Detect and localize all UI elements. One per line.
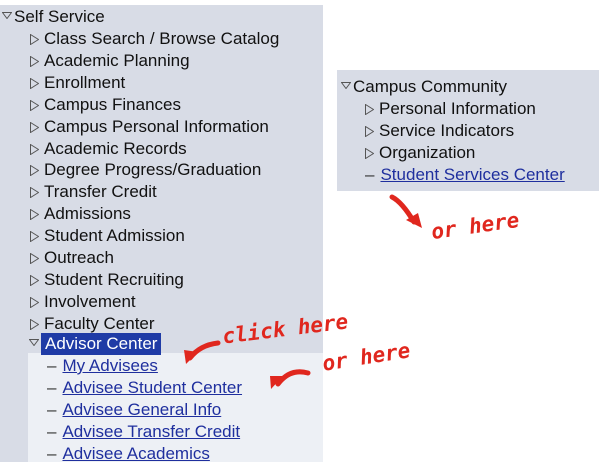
- menu-folder-item[interactable]: Student Recruiting: [30, 269, 184, 291]
- collapsed-triangle-icon: [30, 77, 39, 89]
- menu-folder-label: Faculty Center: [44, 313, 155, 333]
- menu-folder-label: Service Indicators: [379, 121, 515, 140]
- self-service-folder[interactable]: Self Service: [2, 6, 105, 28]
- or-here-annotation-1: or here: [429, 207, 521, 245]
- advisor-submenu-link[interactable]: Advisee Transfer Credit: [62, 422, 240, 441]
- menu-folder-label: Enrollment: [44, 72, 126, 92]
- menu-folder-label: Campus Personal Information: [44, 116, 269, 136]
- menu-folder-item[interactable]: Transfer Credit: [30, 181, 157, 203]
- collapsed-triangle-icon: [30, 187, 39, 199]
- menu-folder-label: Campus Finances: [44, 94, 182, 114]
- expanded-triangle-icon: [29, 339, 39, 346]
- menu-folder-item[interactable]: Involvement: [30, 291, 136, 313]
- advisor-submenu-link[interactable]: Advisee Student Center: [62, 378, 242, 397]
- collapsed-triangle-icon: [30, 99, 39, 111]
- menu-folder-label: Degree Progress/Graduation: [44, 160, 262, 180]
- campus-community-label: Campus Community: [353, 77, 507, 96]
- collapsed-triangle-icon: [30, 274, 39, 286]
- campus-community-folder-item[interactable]: Organization: [365, 142, 475, 164]
- menu-folder-label: Involvement: [44, 291, 136, 311]
- menu-folder-item[interactable]: Class Search / Browse Catalog: [30, 28, 279, 50]
- menu-folder-item[interactable]: Degree Progress/Graduation: [30, 159, 261, 181]
- expanded-triangle-icon: [2, 12, 12, 19]
- advisor-center-label: Advisor Center: [41, 333, 162, 355]
- or-here-annotation-2: or here: [320, 338, 412, 376]
- menu-folder-item[interactable]: Outreach: [30, 247, 114, 269]
- advisor-submenu-item[interactable]: – Advisee Student Center: [47, 377, 242, 399]
- campus-community-folder-item[interactable]: Personal Information: [365, 98, 536, 120]
- leaf-dash: –: [47, 421, 57, 441]
- menu-folder-label: Transfer Credit: [44, 182, 157, 202]
- student-services-center-link[interactable]: Student Services Center: [380, 165, 564, 184]
- collapsed-triangle-icon: [365, 148, 374, 159]
- menu-folder-item[interactable]: Campus Finances: [30, 94, 181, 116]
- menu-folder-item[interactable]: Academic Records: [30, 138, 187, 160]
- self-service-label: Self Service: [14, 7, 105, 26]
- campus-community-folder[interactable]: Campus Community: [341, 76, 507, 98]
- leaf-dash: –: [365, 165, 375, 184]
- advisor-submenu-link[interactable]: My Advisees: [62, 356, 157, 375]
- menu-folder-label: Student Recruiting: [44, 269, 184, 289]
- menu-folder-item[interactable]: Faculty Center: [30, 313, 155, 335]
- collapsed-triangle-icon: [30, 34, 39, 45]
- menu-folder-item[interactable]: Enrollment: [30, 72, 125, 94]
- leaf-dash: –: [47, 377, 57, 397]
- leaf-dash: –: [47, 443, 57, 463]
- menu-folder-label: Organization: [379, 143, 476, 162]
- collapsed-triangle-icon: [30, 253, 39, 264]
- advisor-center-folder[interactable]: Advisor Center: [29, 333, 162, 355]
- menu-folder-item[interactable]: Campus Personal Information: [30, 116, 269, 138]
- collapsed-triangle-icon: [30, 296, 39, 308]
- campus-community-folder-item[interactable]: Service Indicators: [365, 120, 514, 142]
- leaf-dash: –: [47, 399, 57, 419]
- collapsed-triangle-icon: [30, 231, 39, 243]
- collapsed-triangle-icon: [30, 318, 39, 330]
- collapsed-triangle-icon: [365, 126, 374, 137]
- or-here-arrowhead-1: [406, 213, 422, 228]
- leaf-dash: –: [47, 356, 57, 375]
- menu-folder-item[interactable]: Student Admission: [30, 225, 185, 247]
- student-services-center-item[interactable]: – Student Services Center: [365, 164, 565, 186]
- collapsed-triangle-icon: [30, 121, 39, 133]
- menu-folder-label: Student Admission: [44, 226, 185, 246]
- menu-folder-item[interactable]: Academic Planning: [30, 50, 190, 72]
- advisor-submenu-link[interactable]: Advisee General Info: [62, 400, 221, 419]
- collapsed-triangle-icon: [30, 143, 39, 155]
- menu-folder-label: Outreach: [44, 248, 114, 267]
- expanded-triangle-icon: [341, 82, 351, 89]
- menu-folder-label: Class Search / Browse Catalog: [44, 29, 280, 48]
- advisor-submenu-item[interactable]: – Advisee Transfer Credit: [47, 421, 240, 443]
- advisor-submenu-item[interactable]: – Advisee Academics: [47, 443, 210, 465]
- advisor-submenu-link[interactable]: Advisee Academics: [62, 444, 209, 463]
- advisor-submenu-item[interactable]: – My Advisees: [47, 355, 158, 377]
- advisor-submenu-item[interactable]: – Advisee General Info: [47, 399, 221, 421]
- collapsed-triangle-icon: [30, 55, 39, 67]
- menu-folder-label: Admissions: [44, 204, 131, 224]
- menu-folder-label: Personal Information: [379, 99, 536, 118]
- menu-folder-label: Academic Records: [44, 138, 187, 158]
- menu-folder-label: Academic Planning: [44, 50, 190, 70]
- collapsed-triangle-icon: [30, 209, 39, 221]
- collapsed-triangle-icon: [30, 165, 39, 177]
- menu-folder-item[interactable]: Admissions: [30, 203, 131, 225]
- or-here-arrow-1: [389, 194, 417, 225]
- collapsed-triangle-icon: [365, 104, 374, 115]
